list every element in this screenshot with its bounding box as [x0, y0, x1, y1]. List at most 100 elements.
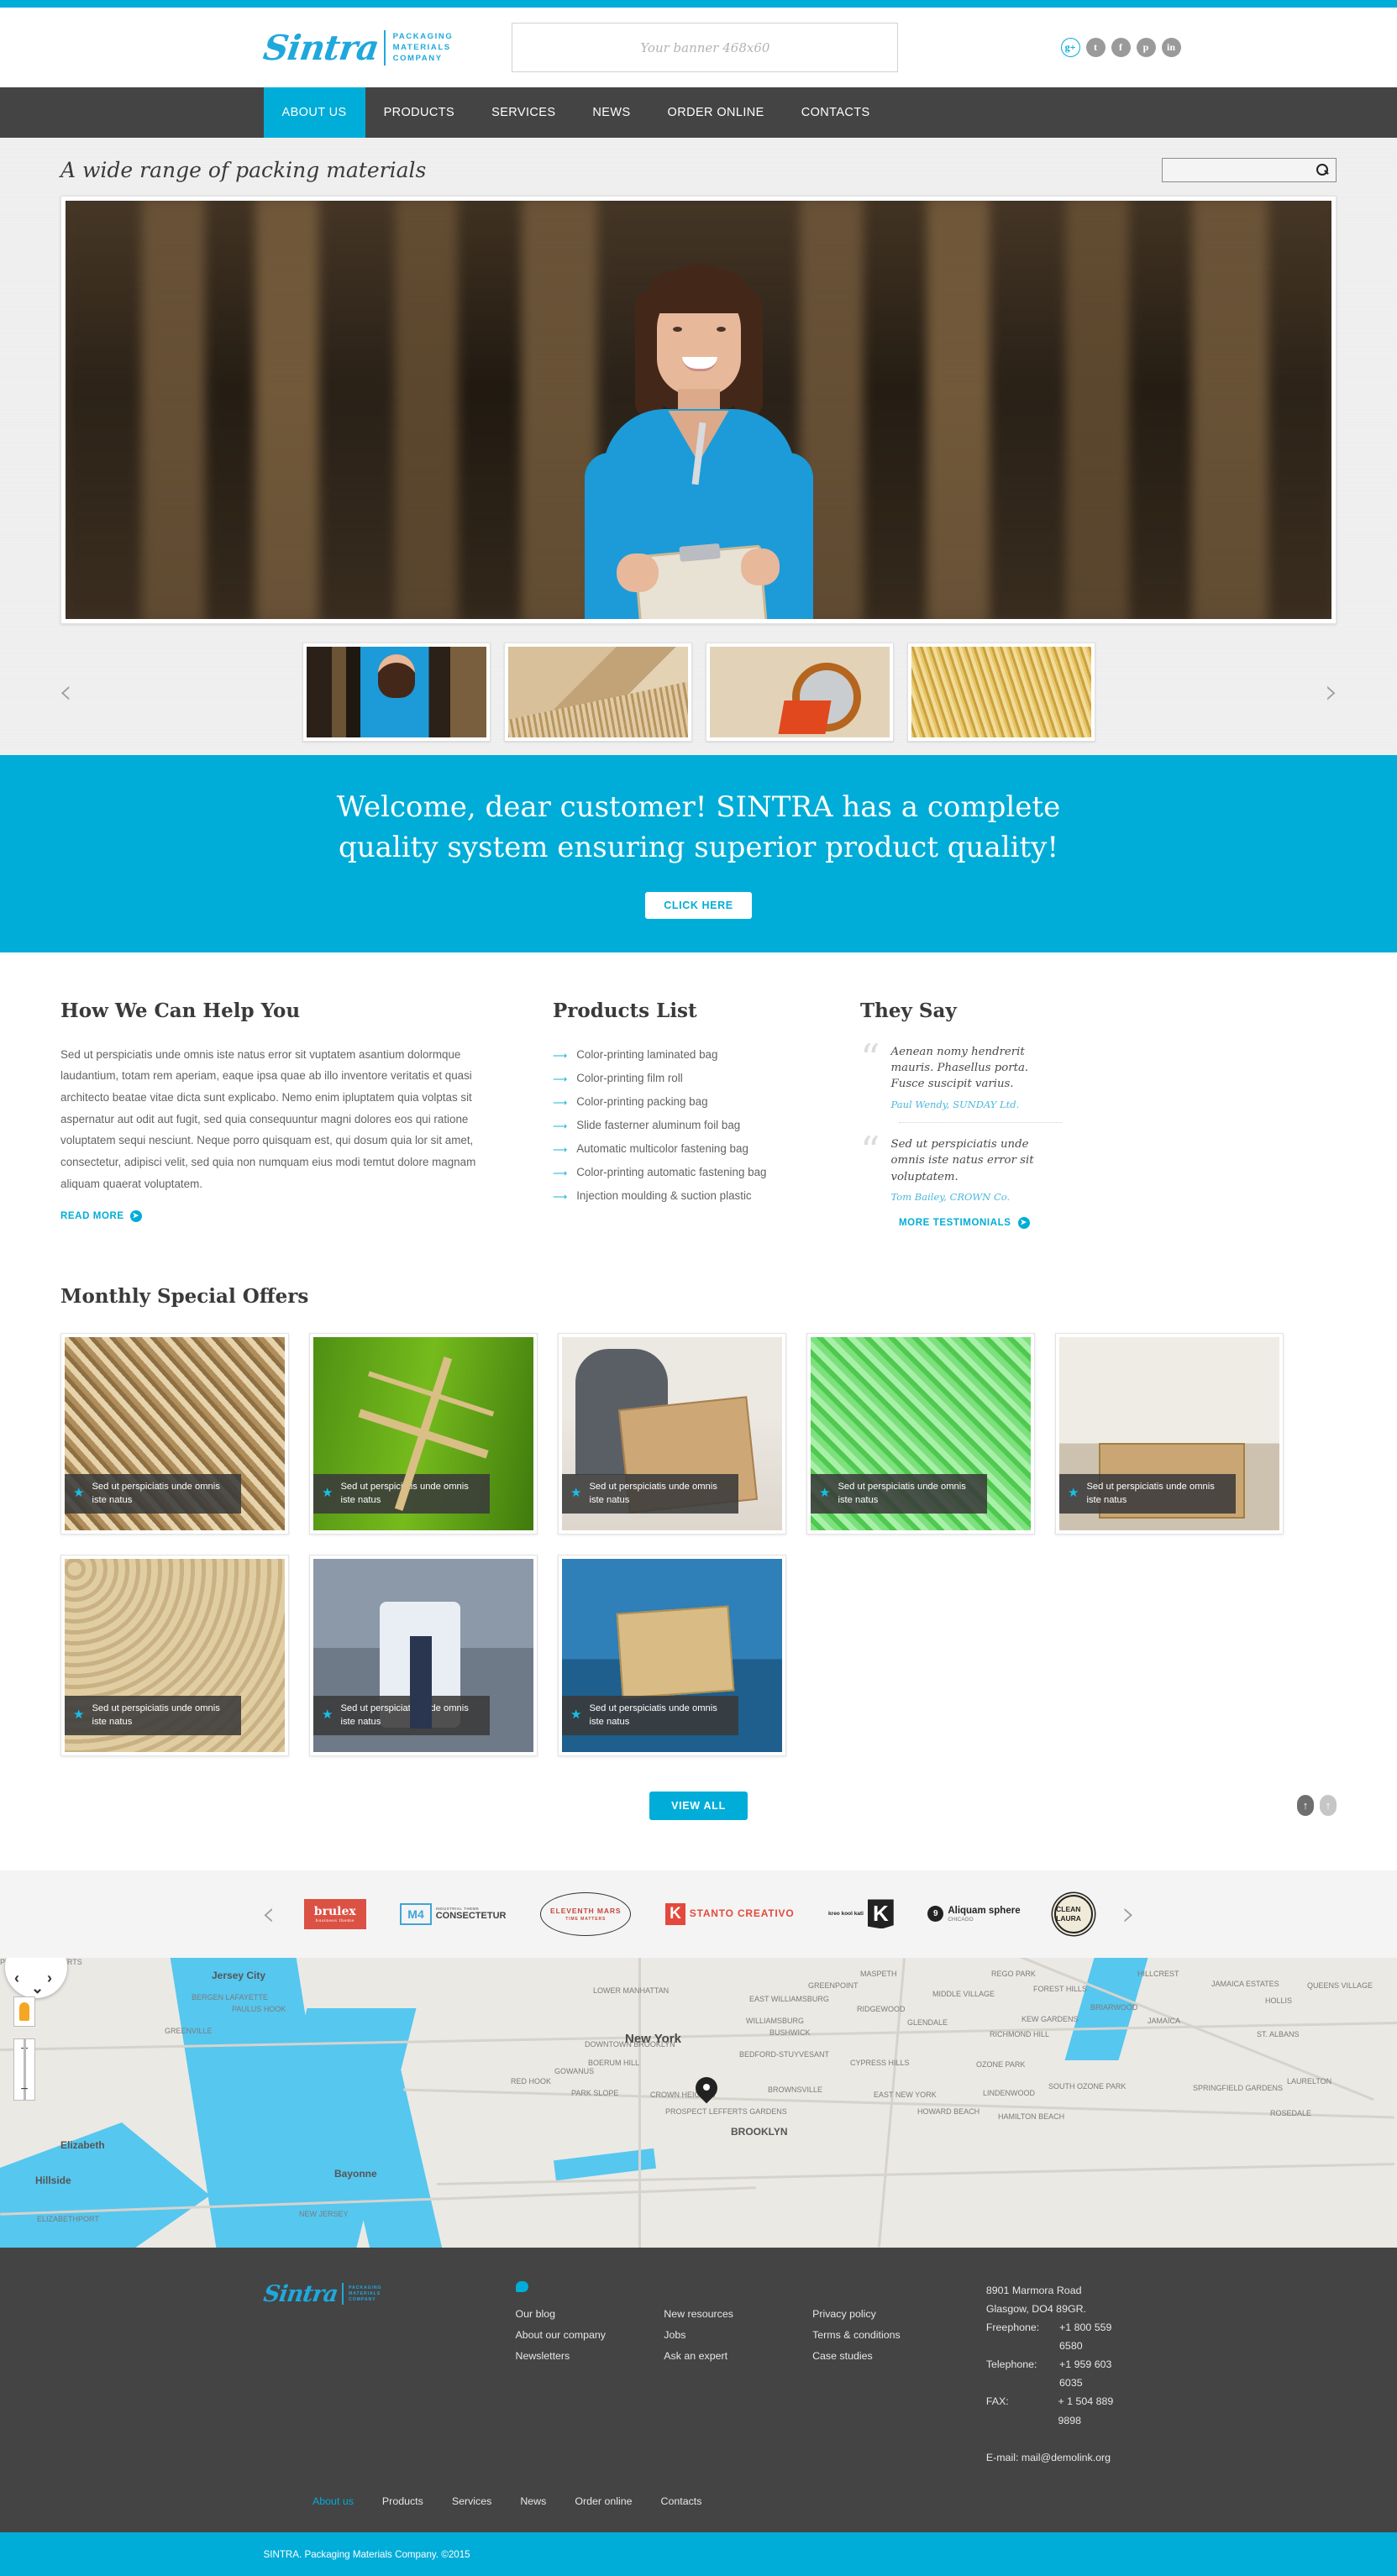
offer-tile[interactable]: ★ Sed ut perspiciatis unde omnis iste nat…: [1055, 1332, 1284, 1535]
offer-caption: Sed ut perspiciatis unde omnis iste natu…: [589, 1703, 717, 1727]
street-view-pegman-icon[interactable]: [13, 1996, 35, 2027]
map-zoom-control[interactable]: + −: [13, 2038, 35, 2101]
read-more-link[interactable]: READ MORE ➤: [60, 1209, 142, 1222]
map-place-label: DOWNTOWN BROOKLYN: [585, 2039, 675, 2049]
thumbnail-item[interactable]: [705, 643, 894, 742]
list-item[interactable]: ⟶ Color-printing packing bag: [553, 1091, 822, 1115]
offer-tile[interactable]: ★ Sed ut perspiciatis unde omnis iste nat…: [309, 1554, 538, 1756]
offer-tile[interactable]: ★ Sed ut perspiciatis unde omnis iste nat…: [60, 1332, 289, 1535]
freephone-row: Freephone: +1 800 559 6580: [986, 2318, 1134, 2355]
footer-link-about-our-company[interactable]: About our company: [516, 2325, 664, 2346]
facebook-icon[interactable]: f: [1111, 38, 1131, 57]
arrow-bullet-icon: ⟶: [553, 1120, 568, 1132]
partner-logo-clean-laura[interactable]: CLEAN LAURA: [1054, 1894, 1094, 1933]
footer-nav-products[interactable]: Products: [382, 2495, 423, 2507]
list-item[interactable]: ⟶ Injection moulding & suction plastic: [553, 1185, 822, 1209]
site-logo[interactable]: Sintra PACKAGING MATERIALS COMPANY: [260, 28, 454, 68]
thumbnail-item[interactable]: [302, 643, 491, 742]
nav-item-products[interactable]: PRODUCTS: [365, 87, 474, 138]
partner-logo-aliquam-sphere[interactable]: 9 Aliquam sphere CHICAGO: [927, 1906, 1021, 1923]
slider-next-icon[interactable]: ›: [1313, 675, 1350, 709]
twitter-icon[interactable]: t: [1085, 38, 1106, 57]
scroll-top-icon[interactable]: ↑: [1320, 1795, 1337, 1817]
pan-left-icon[interactable]: ‹: [14, 1970, 19, 1987]
freephone-label: Freephone:: [985, 2322, 1040, 2334]
fax-row: FAX: + 1 504 889 9898: [986, 2392, 1134, 2429]
nav-item-news[interactable]: NEWS: [574, 87, 649, 138]
footer-link-new-resources[interactable]: New resources: [664, 2304, 812, 2325]
search-input[interactable]: [1169, 164, 1316, 176]
arrow-right-icon: ➤: [129, 1209, 142, 1222]
offer-tile[interactable]: ★ Sed ut perspiciatis unde omnis iste nat…: [806, 1332, 1035, 1535]
offer-tile[interactable]: ★ Sed ut perspiciatis unde omnis iste nat…: [60, 1554, 289, 1756]
ad-banner-placeholder[interactable]: Your banner 468x60: [512, 23, 899, 72]
pan-right-icon[interactable]: ›: [47, 1970, 52, 1987]
scroll-up-icon[interactable]: ↑: [1297, 1795, 1314, 1817]
search-box[interactable]: [1162, 158, 1337, 182]
site-footer: Sintra PACKAGING MATERIALS COMPANY Our b…: [0, 2247, 1397, 2532]
footer-nav-news[interactable]: News: [520, 2495, 546, 2507]
thumbnail-item[interactable]: [906, 643, 1095, 742]
list-item[interactable]: ⟶ Slide fasterner aluminum foil bag: [553, 1115, 822, 1138]
offer-tile[interactable]: ★ Sed ut perspiciatis unde omnis iste nat…: [558, 1332, 786, 1535]
footer-nav-about-us[interactable]: About us: [312, 2495, 354, 2507]
arrow-bullet-icon: ⟶: [553, 1096, 568, 1109]
list-item[interactable]: ⟶ Color-printing film roll: [553, 1068, 822, 1091]
nav-item-order-online[interactable]: ORDER ONLINE: [649, 87, 783, 138]
zoom-slider[interactable]: [14, 2059, 34, 2080]
pan-down-icon[interactable]: ⌄: [31, 1980, 44, 1997]
googleplus-icon[interactable]: g+: [1060, 38, 1080, 57]
main-navigation: ABOUT US PRODUCTS SERVICES NEWS ORDER ON…: [0, 87, 1397, 138]
testimonial-quote: Aenean nomy hendrerit mauris. Phasellus …: [890, 1045, 1029, 1091]
more-testimonials-link[interactable]: MORE TESTIMONIALS ➤: [899, 1216, 1030, 1229]
nav-item-contacts[interactable]: CONTACTS: [783, 87, 889, 138]
location-map[interactable]: Jersey City New York BROOKLYN Hillside Eliza…: [0, 1957, 1397, 2248]
footer-logo[interactable]: Sintra PACKAGING MATERIALS COMPANY: [261, 2281, 516, 2467]
list-item[interactable]: ⟶ Automatic multicolor fastening bag: [553, 1138, 822, 1162]
view-all-button[interactable]: VIEW ALL: [649, 1791, 748, 1820]
thumbnail-item[interactable]: [503, 643, 692, 742]
footer-link-ask-an-expert[interactable]: Ask an expert: [664, 2346, 812, 2367]
footer-link-newsletters[interactable]: Newsletters: [516, 2346, 664, 2367]
map-place-label: PARK SLOPE: [571, 2088, 619, 2097]
footer-nav-contacts[interactable]: Contacts: [661, 2495, 702, 2507]
footer-link-jobs[interactable]: Jobs: [664, 2325, 812, 2346]
search-icon[interactable]: [1316, 164, 1329, 176]
list-item[interactable]: ⟶ Color-printing laminated bag: [553, 1044, 822, 1068]
nav-item-services[interactable]: SERVICES: [473, 87, 574, 138]
nav-item-about-us[interactable]: ABOUT US: [263, 87, 365, 138]
partner-logo-brulex[interactable]: brulex business theme: [303, 1898, 366, 1929]
map-place-label: LINDENWOOD: [983, 2088, 1036, 2097]
top-accent-rule: [0, 0, 1397, 8]
partner-logo-kreo-kool-kati[interactable]: kreo kool kati K: [828, 1899, 894, 1929]
map-place-label: Elizabeth: [60, 2138, 105, 2151]
list-item[interactable]: ⟶ Color-printing automatic fastening bag: [553, 1162, 822, 1185]
offer-tile[interactable]: ★ Sed ut perspiciatis unde omnis iste nat…: [558, 1554, 786, 1756]
map-location-pin[interactable]: [696, 2077, 717, 2106]
arrow-bullet-icon: ⟶: [553, 1190, 568, 1203]
footer-link-case-studies[interactable]: Case studies: [812, 2346, 961, 2367]
click-here-button[interactable]: CLICK HERE: [645, 891, 752, 919]
offer-caption: Sed ut perspiciatis unde omnis iste natu…: [589, 1482, 717, 1505]
slide-image-warehouse-worker[interactable]: [66, 201, 1331, 619]
offer-tile[interactable]: ★ Sed ut perspiciatis unde omnis iste nat…: [309, 1332, 538, 1535]
footer-link-terms-conditions[interactable]: Terms & conditions: [812, 2325, 961, 2346]
footer-link-our-blog[interactable]: Our blog: [516, 2304, 664, 2325]
map-place-label: PROSPECT LEFFERTS GARDENS: [665, 2106, 787, 2116]
slider-prev-icon[interactable]: ‹: [47, 675, 84, 709]
footer-nav-services[interactable]: Services: [452, 2495, 492, 2507]
partner-logo-eleventh-mars[interactable]: ELEVENTH MARS TIME MATTERS: [540, 1891, 632, 1936]
zoom-out-button[interactable]: −: [14, 2080, 34, 2100]
footer-link-privacy-policy[interactable]: Privacy policy: [812, 2304, 961, 2325]
footer-nav-order-online[interactable]: Order online: [575, 2495, 632, 2507]
map-place-label: FOREST HILLS: [1033, 1984, 1087, 1993]
ad-banner-label: Your banner 468x60: [640, 39, 770, 55]
partner-logo-stanto-creativo[interactable]: K STANTO CREATIVO: [665, 1902, 794, 1925]
partners-next-icon[interactable]: ›: [1111, 1897, 1148, 1931]
pinterest-icon[interactable]: p: [1136, 38, 1156, 57]
linkedin-icon[interactable]: in: [1161, 38, 1181, 57]
partners-prev-icon[interactable]: ‹: [250, 1897, 287, 1931]
partner-logo-m4[interactable]: M4 INDUSTRIAL THEME CONSECTETUR: [400, 1902, 506, 1925]
email-address[interactable]: E-mail: mail@demolink.org: [986, 2448, 1134, 2467]
products-list-title: Products List: [553, 999, 697, 1022]
